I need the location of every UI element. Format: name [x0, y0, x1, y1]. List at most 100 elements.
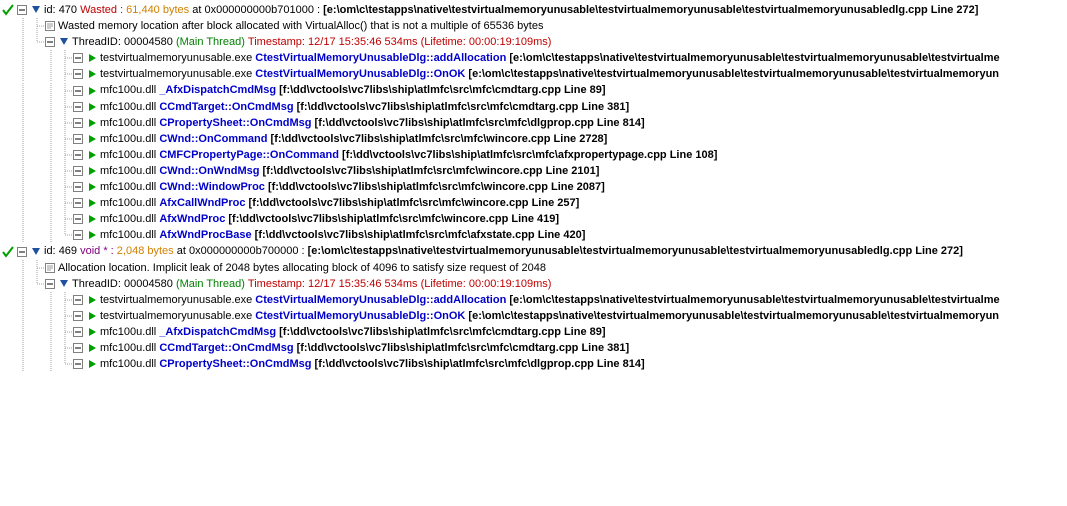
stack-frame[interactable]: mfc100u.dll AfxWndProcBase [f:\dd\vctool… [2, 227, 1067, 243]
collapse-icon[interactable] [72, 229, 84, 241]
tree-connector [58, 99, 72, 115]
function-name: AfxCallWndProc [159, 197, 245, 209]
tree-connector [58, 324, 72, 340]
tree-connector [16, 340, 30, 356]
timestamp-label: Timestamp: [248, 278, 308, 290]
collapse-icon[interactable] [72, 117, 84, 129]
stack-frame[interactable]: mfc100u.dll AfxCallWndProc [f:\dd\vctool… [2, 195, 1067, 211]
tree-connector [58, 340, 72, 356]
stack-frame[interactable]: testvirtualmemoryunusable.exe CtestVirtu… [2, 308, 1067, 324]
tree-connector [30, 115, 44, 131]
play-icon [86, 101, 98, 113]
alloc-desc-row: Wasted memory location after block alloc… [2, 18, 1067, 34]
stack-frame[interactable]: testvirtualmemoryunusable.exe CtestVirtu… [2, 50, 1067, 66]
stack-frame[interactable]: mfc100u.dll CWnd::OnCommand [f:\dd\vctoo… [2, 131, 1067, 147]
collapse-icon[interactable] [72, 149, 84, 161]
collapse-icon[interactable] [16, 4, 28, 16]
play-icon [86, 197, 98, 209]
tree-connector [2, 260, 16, 276]
tree-connector [58, 66, 72, 82]
module-name: mfc100u.dll [100, 213, 159, 225]
function-name: CtestVirtualMemoryUnusableDlg::addAlloca… [255, 294, 506, 306]
module-name: mfc100u.dll [100, 197, 159, 209]
collapse-icon[interactable] [72, 52, 84, 64]
triangle-down-icon [58, 278, 70, 290]
collapse-icon[interactable] [16, 246, 28, 258]
collapse-icon[interactable] [72, 165, 84, 177]
tree-connector [30, 147, 44, 163]
play-icon [86, 326, 98, 338]
collapse-icon[interactable] [72, 294, 84, 306]
id-number: 470 [59, 4, 77, 16]
collapse-icon[interactable] [72, 213, 84, 225]
frame-location: [f:\dd\vctools\vc7libs\ship\atlmfc\src\m… [265, 181, 605, 193]
collapse-icon[interactable] [72, 358, 84, 370]
alloc-node[interactable]: id: 470 Wasted : 61,440 bytes at 0x00000… [2, 2, 1067, 18]
tree-connector [30, 292, 44, 308]
play-icon [86, 294, 98, 306]
tree-connector [2, 34, 16, 50]
function-name: CPropertySheet::OnCmdMsg [159, 117, 311, 129]
function-name: CtestVirtualMemoryUnusableDlg::addAlloca… [255, 52, 506, 64]
tree-connector [2, 66, 16, 82]
collapse-icon[interactable] [72, 85, 84, 97]
tree-connector [16, 324, 30, 340]
stack-frame[interactable]: mfc100u.dll CPropertySheet::OnCmdMsg [f:… [2, 356, 1067, 372]
stack-frame[interactable]: mfc100u.dll _AfxDispatchCmdMsg [f:\dd\vc… [2, 82, 1067, 98]
collapse-icon[interactable] [72, 181, 84, 193]
stack-frame[interactable]: testvirtualmemoryunusable.exe CtestVirtu… [2, 292, 1067, 308]
tree-connector [58, 83, 72, 99]
tree-connector [2, 50, 16, 66]
module-name: mfc100u.dll [100, 165, 159, 177]
play-icon [86, 213, 98, 225]
thread-row[interactable]: ThreadID: 00004580 (Main Thread) Timesta… [2, 34, 1067, 50]
collapse-icon[interactable] [72, 326, 84, 338]
function-name: CCmdTarget::OnCmdMsg [159, 101, 293, 113]
alloc-desc: Allocation location. Implicit leak of 20… [58, 262, 546, 274]
stack-frame[interactable]: mfc100u.dll CWnd::WindowProc [f:\dd\vcto… [2, 179, 1067, 195]
collapse-icon[interactable] [44, 278, 56, 290]
collapse-icon[interactable] [72, 101, 84, 113]
stack-frame[interactable]: testvirtualmemoryunusable.exe CtestVirtu… [2, 66, 1067, 82]
document-icon [44, 20, 56, 32]
tree-connector [2, 227, 16, 243]
tree-connector [30, 18, 44, 34]
collapse-icon[interactable] [72, 310, 84, 322]
stack-frame[interactable]: mfc100u.dll CCmdTarget::OnCmdMsg [f:\dd\… [2, 99, 1067, 115]
tree-connector [16, 147, 30, 163]
stack-frame[interactable]: mfc100u.dll CCmdTarget::OnCmdMsg [f:\dd\… [2, 340, 1067, 356]
collapse-icon[interactable] [72, 68, 84, 80]
tree-connector [16, 18, 30, 34]
tree-connector [30, 260, 44, 276]
tree-connector [2, 179, 16, 195]
collapse-icon[interactable] [44, 36, 56, 48]
stack-frame[interactable]: mfc100u.dll CPropertySheet::OnCmdMsg [f:… [2, 115, 1067, 131]
tree-connector [16, 276, 30, 292]
tree-connector [16, 211, 30, 227]
tree-connector [30, 324, 44, 340]
frame-location: [f:\dd\vctools\vc7libs\ship\atlmfc\src\m… [252, 229, 586, 241]
thread-row[interactable]: ThreadID: 00004580 (Main Thread) Timesta… [2, 276, 1067, 292]
function-name: CtestVirtualMemoryUnusableDlg::OnOK [255, 310, 465, 322]
tree-connector [16, 179, 30, 195]
frame-location: [f:\dd\vctools\vc7libs\ship\atlmfc\src\m… [294, 342, 630, 354]
play-icon [86, 358, 98, 370]
function-name: CtestVirtualMemoryUnusableDlg::OnOK [255, 68, 465, 80]
stack-frame[interactable]: mfc100u.dll AfxWndProc [f:\dd\vctools\vc… [2, 211, 1067, 227]
tree-connector [44, 66, 58, 82]
stack-frame[interactable]: mfc100u.dll CWnd::OnWndMsg [f:\dd\vctool… [2, 163, 1067, 179]
alloc-node[interactable]: id: 469 void * : 2,048 bytes at 0x000000… [2, 243, 1067, 259]
tree-connector [16, 66, 30, 82]
stack-frame[interactable]: mfc100u.dll CMFCPropertyPage::OnCommand … [2, 147, 1067, 163]
collapse-icon[interactable] [72, 197, 84, 209]
frame-location: [f:\dd\vctools\vc7libs\ship\atlmfc\src\m… [246, 197, 580, 209]
tree-connector [16, 115, 30, 131]
checkmark-icon [2, 4, 14, 16]
tree-connector [2, 356, 16, 372]
collapse-icon[interactable] [72, 342, 84, 354]
collapse-icon[interactable] [72, 133, 84, 145]
module-name: mfc100u.dll [100, 229, 159, 241]
tree-connector [30, 179, 44, 195]
tree-connector [16, 131, 30, 147]
stack-frame[interactable]: mfc100u.dll _AfxDispatchCmdMsg [f:\dd\vc… [2, 324, 1067, 340]
